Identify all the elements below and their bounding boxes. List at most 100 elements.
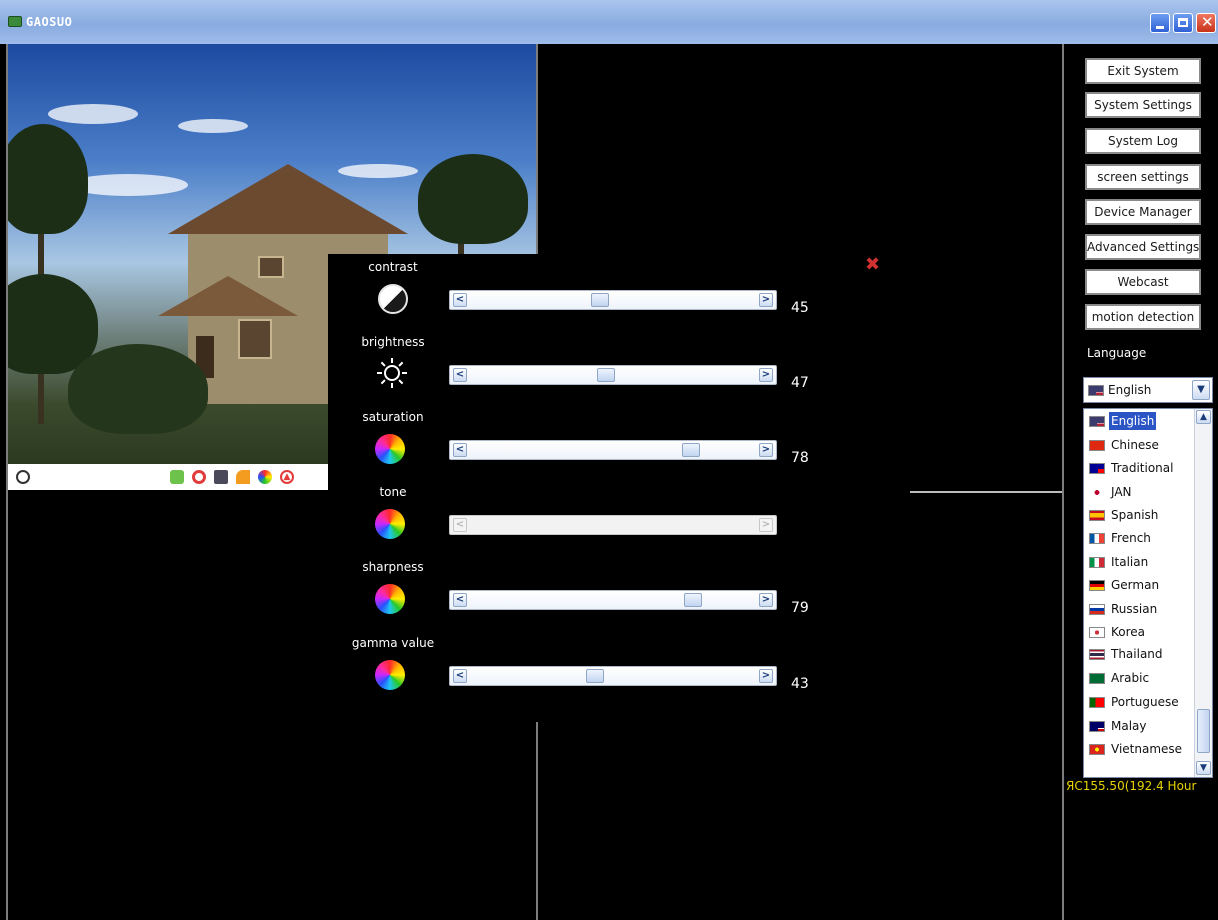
- green-square-icon[interactable]: [170, 470, 184, 484]
- language-option-label: Korea: [1111, 625, 1146, 639]
- upload-icon[interactable]: ▲: [280, 470, 294, 484]
- scroll-up-icon[interactable]: ▲: [1196, 410, 1211, 424]
- language-select[interactable]: English ▼: [1083, 377, 1213, 403]
- system-settings-button[interactable]: System Settings: [1085, 92, 1201, 118]
- language-option-traditional[interactable]: Traditional: [1087, 459, 1193, 479]
- slider-brightness[interactable]: < >: [449, 365, 777, 385]
- setting-value-sharpness: 79: [791, 600, 809, 616]
- title-bar[interactable]: GAOSUO ✕: [0, 0, 1218, 44]
- slider-left-arrow-icon[interactable]: <: [453, 593, 467, 607]
- language-option-arabic[interactable]: Arabic: [1087, 669, 1193, 689]
- video-palm: [418, 154, 528, 244]
- slider-left-arrow-icon[interactable]: <: [453, 293, 467, 307]
- slider-thumb[interactable]: [585, 669, 604, 683]
- language-option-label: German: [1111, 578, 1160, 592]
- language-option-label: Arabic: [1111, 671, 1150, 685]
- sun-icon: [374, 355, 410, 391]
- frame-divider: [536, 722, 538, 920]
- language-option-russian[interactable]: Russian: [1087, 600, 1193, 620]
- slider-sharpness[interactable]: < >: [449, 590, 777, 610]
- language-option-italian[interactable]: Italian: [1087, 553, 1193, 573]
- exit-system-button[interactable]: Exit System: [1085, 58, 1201, 84]
- setting-label-gamma-value: gamma value: [351, 636, 435, 650]
- slider-gamma-value[interactable]: < >: [449, 666, 777, 686]
- video-cloud: [178, 119, 248, 133]
- setting-label-brightness: brightness: [361, 335, 425, 349]
- slider-tone: < >: [449, 515, 777, 535]
- ru-flag-icon: [1089, 604, 1105, 615]
- scroll-down-icon[interactable]: ▼: [1196, 761, 1211, 775]
- color-wheel-icon: [375, 434, 405, 464]
- setting-label-tone: tone: [379, 485, 407, 499]
- minimize-button[interactable]: [1150, 13, 1170, 33]
- app-logo-icon: [8, 16, 22, 27]
- setting-value-gamma-value: 43: [791, 676, 809, 692]
- slider-saturation[interactable]: < >: [449, 440, 777, 460]
- slider-right-arrow-icon[interactable]: >: [759, 443, 773, 457]
- language-option-german[interactable]: German: [1087, 576, 1193, 596]
- slider-left-arrow-icon[interactable]: <: [453, 443, 467, 457]
- language-option-malay[interactable]: Malay: [1087, 717, 1193, 737]
- slider-contrast[interactable]: < >: [449, 290, 777, 310]
- window-title: GAOSUO: [26, 15, 73, 29]
- screen-settings-button[interactable]: screen settings: [1085, 164, 1201, 190]
- language-option-thailand[interactable]: Thailand: [1087, 645, 1193, 665]
- language-list-scrollbar[interactable]: ▲ ▼: [1194, 409, 1212, 777]
- scrollbar-thumb[interactable]: [1197, 709, 1210, 753]
- my-flag-icon: [1089, 721, 1105, 732]
- language-option-english[interactable]: English: [1087, 412, 1193, 432]
- slider-thumb[interactable]: [681, 443, 700, 457]
- sa-flag-icon: [1089, 673, 1105, 684]
- slider-right-arrow-icon[interactable]: >: [759, 669, 773, 683]
- slider-right-arrow-icon[interactable]: >: [759, 368, 773, 382]
- language-list[interactable]: English Chinese Traditional JAN Spanish Frenc…: [1083, 408, 1213, 778]
- language-option-jan[interactable]: JAN: [1087, 483, 1193, 503]
- language-option-label: Russian: [1111, 602, 1158, 616]
- language-option-label: French: [1111, 531, 1151, 545]
- slider-right-arrow-icon[interactable]: >: [759, 593, 773, 607]
- chevron-down-icon[interactable]: ▼: [1192, 380, 1210, 400]
- jp-flag-icon: [1089, 487, 1105, 498]
- fr-flag-icon: [1089, 533, 1105, 544]
- language-label: Language: [1087, 346, 1147, 360]
- slider-thumb[interactable]: [596, 368, 615, 382]
- language-select-value: English: [1108, 383, 1152, 397]
- language-option-spanish[interactable]: Spanish: [1087, 506, 1193, 526]
- system-log-button[interactable]: System Log: [1085, 128, 1201, 154]
- language-option-korea[interactable]: Korea: [1087, 623, 1193, 643]
- motion-detection-button[interactable]: motion detection: [1085, 304, 1201, 330]
- tw-flag-icon: [1089, 463, 1105, 474]
- maximize-button[interactable]: [1173, 13, 1193, 33]
- language-option-label: JAN: [1111, 485, 1132, 499]
- record-icon[interactable]: [192, 470, 206, 484]
- contrast-icon: [378, 284, 408, 314]
- webcast-button[interactable]: Webcast: [1085, 269, 1201, 295]
- close-button[interactable]: ✕: [1196, 13, 1216, 33]
- frame-divider: [1062, 44, 1064, 920]
- setting-label-contrast: contrast: [368, 260, 418, 274]
- es-flag-icon: [1089, 510, 1105, 521]
- slider-thumb[interactable]: [591, 293, 610, 307]
- language-option-portuguese[interactable]: Portuguese: [1087, 693, 1193, 713]
- language-option-chinese[interactable]: Chinese: [1087, 436, 1193, 456]
- language-option-label: Thailand: [1111, 647, 1163, 661]
- record-status-circle-icon[interactable]: [16, 470, 30, 484]
- language-option-french[interactable]: French: [1087, 529, 1193, 549]
- color-icon[interactable]: [258, 470, 272, 484]
- setting-value-saturation: 78: [791, 450, 809, 466]
- language-option-label: English: [1109, 412, 1157, 430]
- slider-right-arrow-icon[interactable]: >: [759, 293, 773, 307]
- camera-icon[interactable]: [214, 470, 228, 484]
- device-manager-button[interactable]: Device Manager: [1085, 199, 1201, 225]
- rss-icon[interactable]: [236, 470, 250, 484]
- slider-left-arrow-icon[interactable]: <: [453, 669, 467, 683]
- slider-left-arrow-icon[interactable]: <: [453, 368, 467, 382]
- de-flag-icon: [1089, 580, 1105, 591]
- close-panel-icon[interactable]: ✖: [865, 254, 880, 275]
- slider-thumb[interactable]: [684, 593, 703, 607]
- video-house-roof: [168, 164, 408, 234]
- language-option-vietnamese[interactable]: Vietnamese: [1087, 740, 1193, 760]
- advanced-settings-button[interactable]: Advanced Settings: [1085, 234, 1201, 260]
- video-palm: [8, 124, 88, 234]
- color-wheel-icon: [375, 660, 405, 690]
